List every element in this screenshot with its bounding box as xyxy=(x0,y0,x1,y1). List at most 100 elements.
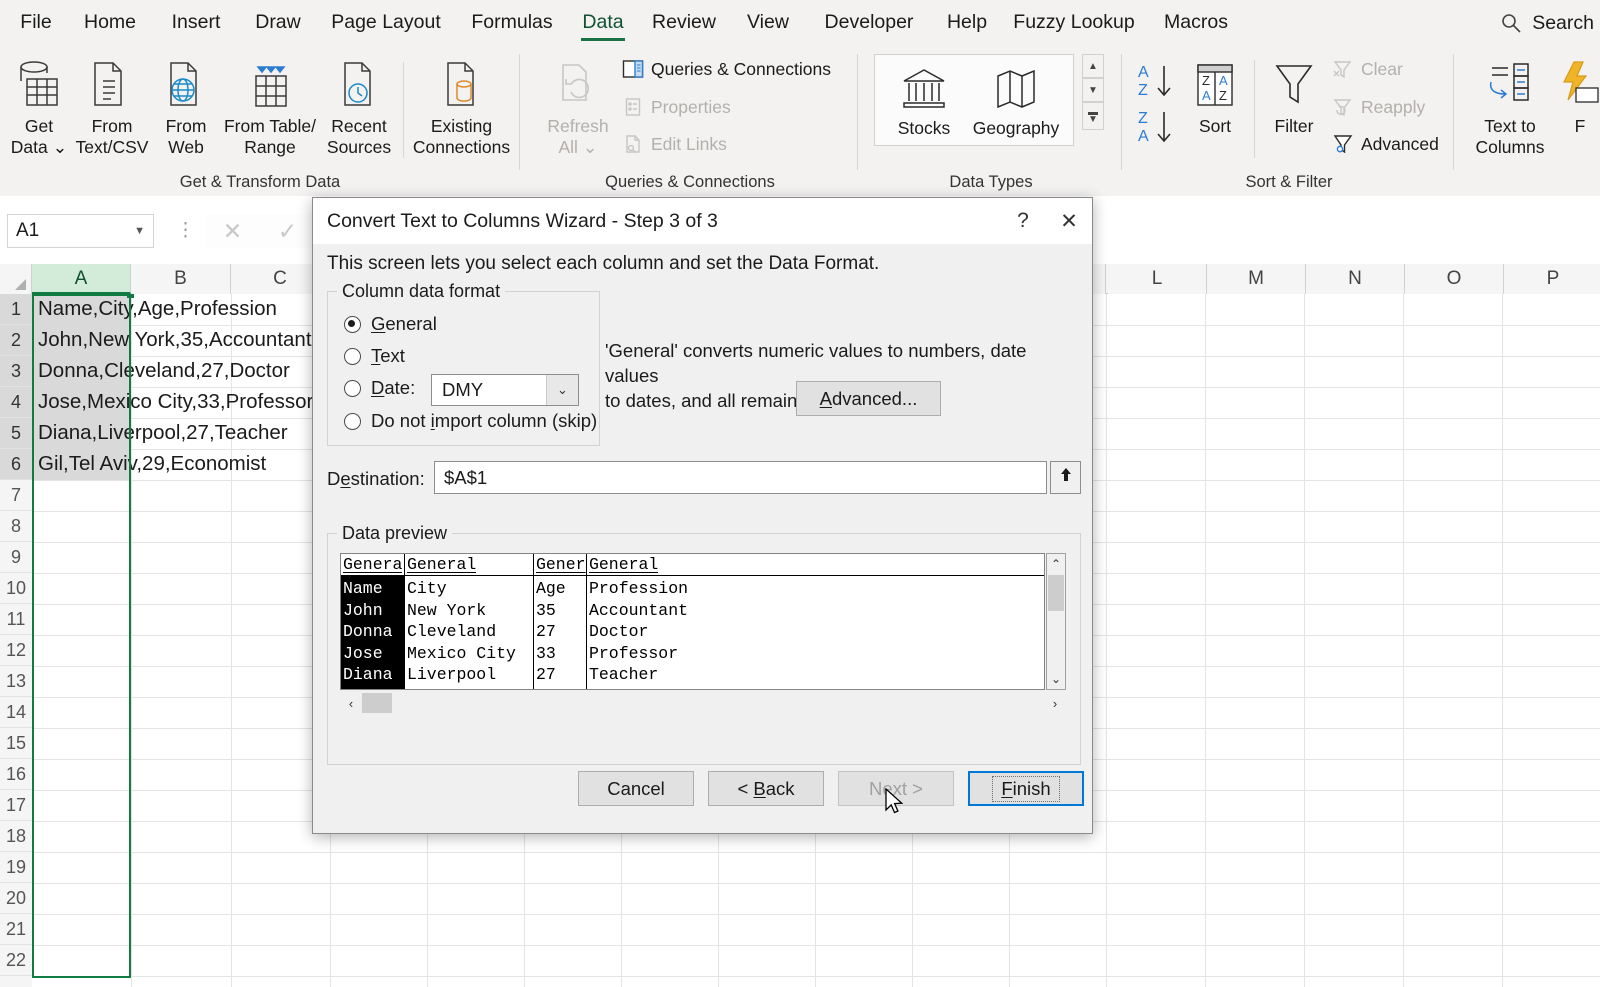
row-header-1[interactable]: 1 xyxy=(0,294,32,325)
advanced-filter-button[interactable]: Advanced xyxy=(1332,133,1439,155)
row-header-7[interactable]: 7 xyxy=(0,480,32,511)
text-to-columns-button[interactable]: Text to Columns xyxy=(1462,54,1558,158)
scroll-right-icon[interactable]: › xyxy=(1044,696,1066,711)
clear-filter-button[interactable]: Clear xyxy=(1332,58,1403,80)
scroll-thumb-horizontal[interactable] xyxy=(362,693,392,713)
ribbon-tab-review[interactable]: Review xyxy=(640,6,728,40)
advanced-button[interactable]: Advanced... xyxy=(796,381,941,416)
row-header-19[interactable]: 19 xyxy=(0,852,32,883)
row-header-11[interactable]: 11 xyxy=(0,604,32,635)
radio-text[interactable]: Text xyxy=(344,345,405,367)
ribbon-tab-macros[interactable]: Macros xyxy=(1150,6,1242,40)
close-button[interactable]: ✕ xyxy=(1046,198,1092,244)
row-header-14[interactable]: 14 xyxy=(0,697,32,728)
date-format-select[interactable]: DMY ⌄ xyxy=(431,374,579,406)
ribbon-tab-view[interactable]: View xyxy=(734,6,802,40)
row-header-8[interactable]: 8 xyxy=(0,511,32,542)
queries-connections-button[interactable]: Queries & Connections xyxy=(622,58,831,80)
properties-button[interactable]: Properties xyxy=(622,96,731,118)
cell-A6[interactable]: Gil,Tel Aviv,29,Economist xyxy=(33,449,266,480)
confirm-entry-icon[interactable]: ✓ xyxy=(278,218,297,245)
destination-input[interactable]: $A$1 xyxy=(434,461,1047,494)
row-header-21[interactable]: 21 xyxy=(0,914,32,945)
cancel-button[interactable]: Cancel xyxy=(578,771,694,806)
column-header-O[interactable]: O xyxy=(1405,264,1504,294)
sort-az-button[interactable]: A Z xyxy=(1134,60,1180,109)
preview-header-0[interactable]: Genera xyxy=(343,555,402,574)
search-box[interactable]: Search xyxy=(1499,8,1594,38)
sort-button[interactable]: Z A A Z Sort xyxy=(1182,54,1248,137)
cell-A5[interactable]: Diana,Liverpool,27,Teacher xyxy=(33,418,288,449)
formula-bar-menu-icon[interactable]: ⋮ xyxy=(176,219,195,243)
row-header-17[interactable]: 17 xyxy=(0,790,32,821)
row-header-12[interactable]: 12 xyxy=(0,635,32,666)
scroll-thumb-vertical[interactable] xyxy=(1048,575,1064,611)
ribbon-tab-formulas[interactable]: Formulas xyxy=(458,6,566,40)
from-web-button[interactable]: From Web xyxy=(155,54,217,158)
preview-header-1[interactable]: General xyxy=(407,555,476,574)
scroll-down-icon[interactable]: ⌄ xyxy=(1047,669,1065,689)
gallery-expand-button[interactable]: ▬▼ xyxy=(1082,102,1104,130)
radio-date[interactable]: Date: xyxy=(344,377,415,399)
cell-A4[interactable]: Jose,Mexico City,33,Professor xyxy=(33,387,313,418)
row-header-16[interactable]: 16 xyxy=(0,759,32,790)
refresh-all-button[interactable]: Refresh All ⌄ xyxy=(538,54,618,158)
name-box[interactable]: A1 ▼ xyxy=(7,214,154,248)
data-preview-table[interactable]: GeneraGeneralGenerGeneral NameCityAgePro… xyxy=(340,553,1045,690)
row-header-3[interactable]: 3 xyxy=(0,356,32,387)
preview-column-separator-1[interactable] xyxy=(533,554,534,689)
destination-collapse-button[interactable] xyxy=(1050,461,1081,494)
cell-A3[interactable]: Donna,Cleveland,27,Doctor xyxy=(33,356,290,387)
row-header-22[interactable]: 22 xyxy=(0,945,32,976)
cell-A1[interactable]: Name,City,Age,Profession xyxy=(33,294,277,325)
preview-vertical-scrollbar[interactable]: ⌃ ⌄ xyxy=(1046,553,1066,690)
from-table-range-button[interactable]: From Table/ Range xyxy=(217,54,323,158)
row-header-20[interactable]: 20 xyxy=(0,883,32,914)
get-data-button[interactable]: Get Data ⌄ xyxy=(6,54,72,158)
geography-button[interactable]: Geography xyxy=(966,60,1066,139)
row-header-10[interactable]: 10 xyxy=(0,573,32,604)
select-all-corner[interactable] xyxy=(0,264,32,294)
existing-connections-button[interactable]: Existing Connections xyxy=(405,54,518,158)
preview-column-separator-2[interactable] xyxy=(586,554,587,689)
column-header-L[interactable]: L xyxy=(1108,264,1207,294)
ribbon-tab-fuzzy-lookup[interactable]: Fuzzy Lookup xyxy=(1004,6,1144,40)
row-header-4[interactable]: 4 xyxy=(0,387,32,418)
scroll-left-icon[interactable]: ‹ xyxy=(340,696,362,711)
ribbon-tab-home[interactable]: Home xyxy=(70,6,150,40)
ribbon-tab-developer[interactable]: Developer xyxy=(808,6,930,40)
gallery-scroll-up-button[interactable]: ▲ xyxy=(1082,54,1104,78)
column-header-P[interactable]: P xyxy=(1504,264,1600,294)
edit-links-button[interactable]: Edit Links xyxy=(622,133,727,155)
gallery-scroll-down-button[interactable]: ▼ xyxy=(1082,78,1104,102)
back-button[interactable]: < Back xyxy=(708,771,824,806)
from-text-csv-button[interactable]: From Text/CSV xyxy=(72,54,152,158)
row-header-15[interactable]: 15 xyxy=(0,728,32,759)
help-button[interactable]: ? xyxy=(1000,198,1046,244)
row-header-18[interactable]: 18 xyxy=(0,821,32,852)
row-header-13[interactable]: 13 xyxy=(0,666,32,697)
ribbon-tab-data[interactable]: Data xyxy=(572,6,634,40)
radio-general[interactable]: General xyxy=(344,313,437,335)
preview-header-2[interactable]: Gener xyxy=(536,555,586,574)
preview-header-3[interactable]: General xyxy=(589,555,658,574)
filter-button[interactable]: Filter xyxy=(1258,54,1330,137)
radio-skip[interactable]: Do not import column (skip) xyxy=(344,410,597,432)
ribbon-tab-file[interactable]: File xyxy=(8,6,64,40)
column-header-B[interactable]: B xyxy=(131,264,231,294)
preview-column-separator-0[interactable] xyxy=(404,554,405,689)
stocks-button[interactable]: Stocks xyxy=(884,60,964,139)
column-header-N[interactable]: N xyxy=(1306,264,1405,294)
preview-horizontal-scrollbar[interactable]: ‹ › xyxy=(340,692,1066,714)
recent-sources-button[interactable]: Recent Sources xyxy=(322,54,396,158)
column-header-M[interactable]: M xyxy=(1207,264,1306,294)
scroll-up-icon[interactable]: ⌃ xyxy=(1047,554,1065,574)
row-header-9[interactable]: 9 xyxy=(0,542,32,573)
cancel-entry-icon[interactable]: ✕ xyxy=(223,218,242,245)
sort-za-button[interactable]: Z A xyxy=(1134,106,1180,155)
ribbon-tab-help[interactable]: Help xyxy=(936,6,998,40)
reapply-filter-button[interactable]: Reapply xyxy=(1332,96,1425,118)
flash-fill-button[interactable]: F xyxy=(1560,54,1600,137)
finish-button[interactable]: Finish xyxy=(968,771,1084,806)
row-header-5[interactable]: 5 xyxy=(0,418,32,449)
